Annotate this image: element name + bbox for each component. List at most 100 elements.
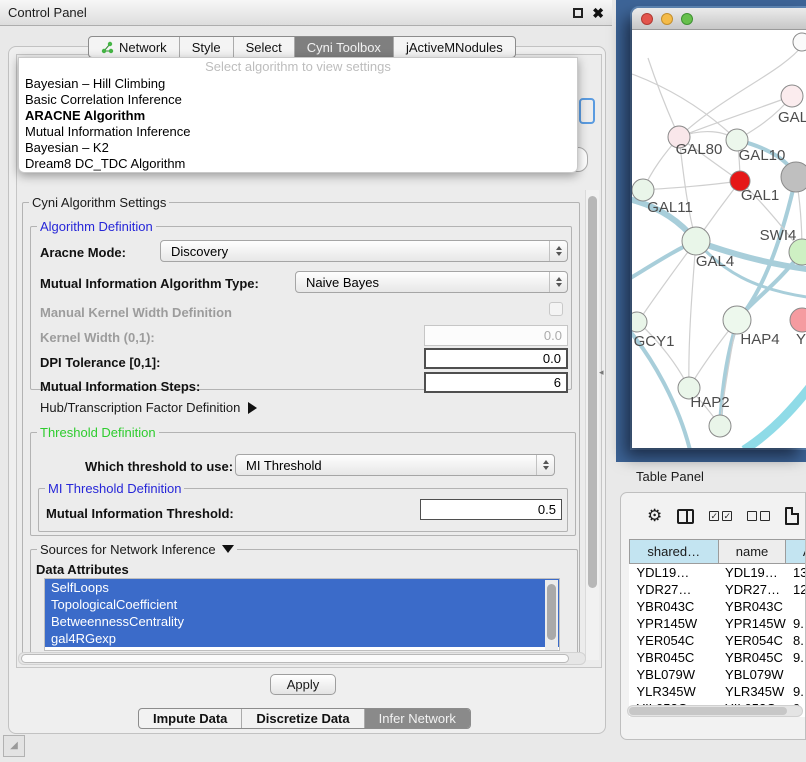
algorithm-option[interactable]: Bayesian – Hill Climbing <box>19 76 577 92</box>
network-canvas[interactable]: GALGAL80GAL10GAL1GAL11GAL4SWI4GCY1HAP4YH… <box>632 30 806 448</box>
network-window-titlebar[interactable] <box>632 8 806 30</box>
bottom-tab-infer-network[interactable]: Infer Network <box>365 709 470 728</box>
collapsed-panel-button[interactable]: ◢ <box>3 735 25 757</box>
which-threshold-combo[interactable]: MI Threshold <box>235 454 555 476</box>
table-cell: YER054C <box>718 632 786 649</box>
group-title: Threshold Definition <box>37 425 159 440</box>
table-cell: 9. <box>786 615 806 632</box>
bottom-tab-discretize-data[interactable]: Discretize Data <box>242 709 364 728</box>
table-cell: YPR145W <box>630 615 719 632</box>
attribute-item[interactable]: BetweennessCentrality <box>45 613 559 630</box>
gear-icon[interactable]: ⚙ <box>647 506 662 526</box>
table-row[interactable]: YBR045CYBR045C9. <box>630 649 806 666</box>
kernel-width-field[interactable]: 0.0 <box>424 325 568 346</box>
mi-threshold-field[interactable]: 0.5 <box>420 499 562 520</box>
table-row[interactable]: YDR27…YDR27…12 <box>630 581 806 598</box>
bottom-tab-impute-data[interactable]: Impute Data <box>139 709 242 728</box>
table-cell <box>786 598 806 615</box>
apply-button[interactable]: Apply <box>270 674 336 695</box>
attribute-item[interactable]: gal4RGexp <box>45 630 559 647</box>
network-view-window[interactable]: GALGAL80GAL10GAL1GAL11GAL4SWI4GCY1HAP4YH… <box>632 8 806 448</box>
table-row[interactable]: YBL079WYBL079W <box>630 666 806 683</box>
network-edge[interactable] <box>643 181 740 190</box>
algorithm-dropdown-list[interactable]: Select algorithm to view settings Bayesi… <box>18 57 578 173</box>
table-body[interactable]: YDL19…YDL19…13YDR27…YDR27…12YBR043CYBR04… <box>630 564 806 717</box>
table-row[interactable]: YBR043CYBR043C <box>630 598 806 615</box>
mi-type-combo[interactable]: Naive Bayes <box>295 271 568 293</box>
column-header[interactable]: name <box>718 540 786 564</box>
node-label: HAP2 <box>690 394 729 411</box>
table-cell: YPR145W <box>718 615 786 632</box>
tab-network[interactable]: Network <box>89 37 180 57</box>
column-header[interactable]: A <box>786 540 806 564</box>
aracne-mode-value: Discovery <box>171 244 228 259</box>
algorithm-option[interactable]: Dream8 DC_TDC Algorithm <box>19 156 577 172</box>
network-node[interactable] <box>793 33 806 51</box>
hub-definition-label: Hub/Transcription Factor Definition <box>40 400 240 415</box>
aracne-mode-label: Aracne Mode: <box>40 245 126 260</box>
table-horizontal-scrollbar[interactable] <box>627 705 803 717</box>
network-edge[interactable] <box>744 382 806 448</box>
network-node[interactable] <box>781 162 806 192</box>
network-node-gal11[interactable] <box>632 179 654 201</box>
algorithm-option[interactable]: Bayesian – K2 <box>19 140 577 156</box>
algorithm-option[interactable]: ARACNE Algorithm <box>19 108 577 124</box>
node-label: HAP4 <box>740 331 779 348</box>
settings-horizontal-scrollbar[interactable] <box>18 652 586 665</box>
aracne-mode-combo[interactable]: Discovery <box>160 240 568 262</box>
tab-cyni-toolbox[interactable]: Cyni Toolbox <box>295 37 394 57</box>
settings-vertical-scrollbar[interactable] <box>585 190 599 660</box>
table-row[interactable]: YER054CYER054C8. <box>630 632 806 649</box>
attribute-item[interactable]: TopologicalCoefficient <box>45 596 559 613</box>
column-header[interactable]: shared… <box>630 540 719 564</box>
table-row[interactable]: YDL19…YDL19…13 <box>630 564 806 581</box>
scrollbar-thumb[interactable] <box>547 584 556 640</box>
splitter-collapse-icon[interactable]: ◂ <box>599 367 604 378</box>
deselect-all-icon[interactable] <box>747 511 770 521</box>
table-row[interactable]: YLR345WYLR345W9. <box>630 683 806 700</box>
table-panel: ⚙ ✓✓ shared…nameA YDL19…YDL19…13YDR27…YD… <box>620 492 806 740</box>
node-label: Y <box>796 331 806 348</box>
table-row[interactable]: YPR145WYPR145W9. <box>630 615 806 632</box>
node-label: GAL80 <box>676 141 723 158</box>
table-cell: YDR27… <box>630 581 719 598</box>
table-header[interactable]: shared…nameA <box>630 540 806 564</box>
float-panel-icon[interactable] <box>573 8 583 18</box>
network-node-gal[interactable] <box>781 85 803 107</box>
table-cell: YER054C <box>630 632 719 649</box>
attribute-item[interactable]: SelfLoops <box>45 579 559 596</box>
table-cell: YDR27… <box>718 581 786 598</box>
data-attributes-list[interactable]: SelfLoopsTopologicalCoefficientBetweenne… <box>44 578 560 651</box>
algorithm-option[interactable]: Basic Correlation Inference <box>19 92 577 108</box>
dpi-tolerance-field[interactable]: 0.0 <box>424 348 568 369</box>
network-edge[interactable] <box>638 241 696 322</box>
file-icon[interactable] <box>785 507 799 525</box>
network-node-hap4[interactable] <box>723 306 751 334</box>
network-node[interactable] <box>709 415 731 437</box>
window-close-button[interactable] <box>641 13 653 25</box>
tab-jactivemnodules[interactable]: jActiveMNodules <box>394 37 515 57</box>
window-minimize-button[interactable] <box>661 13 673 25</box>
network-edge[interactable] <box>648 58 679 137</box>
window-zoom-button[interactable] <box>681 13 693 25</box>
network-node-gcy1[interactable] <box>632 312 647 332</box>
mi-steps-field[interactable]: 6 <box>424 372 568 393</box>
select-all-icon[interactable]: ✓✓ <box>709 511 732 521</box>
network-node-gal4[interactable] <box>682 227 710 255</box>
tab-style[interactable]: Style <box>180 37 234 57</box>
tab-select[interactable]: Select <box>234 37 295 57</box>
algorithm-option[interactable]: Mutual Information Inference <box>19 124 577 140</box>
columns-icon[interactable] <box>677 509 694 524</box>
close-panel-icon[interactable]: ✖ <box>592 8 604 18</box>
sources-toggle[interactable]: Sources for Network Inference <box>37 542 237 557</box>
node-label: GAL4 <box>696 253 734 270</box>
scrollbar-thumb[interactable] <box>588 196 597 588</box>
tab-label: Style <box>192 40 221 55</box>
scrollbar-thumb[interactable] <box>629 707 787 715</box>
node-label: GAL1 <box>741 187 779 204</box>
list-vertical-scrollbar[interactable] <box>545 580 558 651</box>
hub-definition-toggle[interactable]: Hub/Transcription Factor Definition <box>40 400 257 415</box>
scrollbar-thumb[interactable] <box>21 654 569 663</box>
network-node-y[interactable] <box>790 308 806 332</box>
manual-kernel-checkbox[interactable] <box>549 302 563 316</box>
